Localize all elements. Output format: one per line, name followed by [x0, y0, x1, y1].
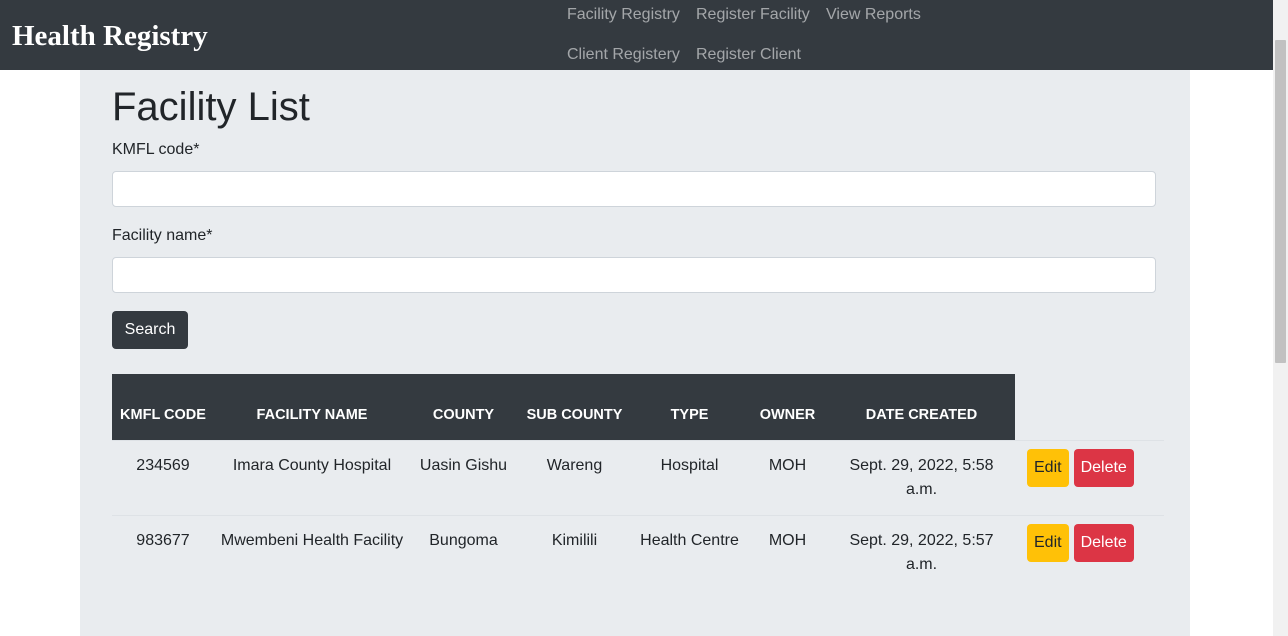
cell-county: Uasin Gishu: [410, 439, 517, 515]
kmfl-code-input[interactable]: [112, 171, 1156, 207]
cell-owner: MOH: [747, 514, 828, 590]
delete-button[interactable]: Delete: [1073, 448, 1134, 487]
edit-button[interactable]: Edit: [1027, 448, 1069, 487]
cell-date-created: Sept. 29, 2022, 5:57 a.m.: [828, 514, 1015, 590]
nav-link-facility-registry[interactable]: Facility Registry: [567, 5, 680, 25]
kmfl-code-label: KMFL code*: [112, 141, 200, 158]
nav-link-view-reports[interactable]: View Reports: [826, 5, 921, 25]
header-date-created: DATE CREATED: [828, 374, 1015, 440]
facility-name-input[interactable]: [112, 257, 1156, 293]
cell-sub-county: Kimilili: [517, 514, 632, 590]
cell-actions: Edit Delete: [1015, 439, 1164, 515]
cell-date-created: Sept. 29, 2022, 5:58 a.m.: [828, 439, 1015, 515]
top-navbar: Health Registry Facility Registry Regist…: [0, 0, 1273, 70]
table-header-row: KMFL CODE FACILITY NAME COUNTY SUB COUNT…: [112, 374, 1164, 440]
facility-name-label: Facility name*: [112, 227, 213, 244]
header-facility-name: FACILITY NAME: [214, 374, 410, 440]
vertical-scrollbar[interactable]: [1273, 0, 1288, 636]
cell-kmfl-code: 983677: [112, 514, 214, 590]
edit-button[interactable]: Edit: [1027, 523, 1069, 562]
cell-type: Hospital: [632, 439, 747, 515]
facility-table: KMFL CODE FACILITY NAME COUNTY SUB COUNT…: [112, 374, 1164, 590]
header-owner: OWNER: [747, 374, 828, 440]
cell-actions: Edit Delete: [1015, 514, 1164, 590]
nav-link-register-client[interactable]: Register Client: [696, 45, 801, 65]
cell-sub-county: Wareng: [517, 439, 632, 515]
cell-facility-name: Mwembeni Health Facility: [214, 514, 410, 590]
brand-link[interactable]: Health Registry: [12, 17, 208, 55]
cell-county: Bungoma: [410, 514, 517, 590]
nav-link-register-facility[interactable]: Register Facility: [696, 5, 810, 25]
search-button[interactable]: Search: [112, 311, 188, 349]
header-actions: [1015, 374, 1164, 440]
cell-facility-name: Imara County Hospital: [214, 439, 410, 515]
cell-owner: MOH: [747, 439, 828, 515]
cell-type: Health Centre: [632, 514, 747, 590]
header-sub-county: SUB COUNTY: [517, 374, 632, 440]
nav-link-client-registery[interactable]: Client Registery: [567, 45, 680, 65]
table-row: 234569 Imara County Hospital Uasin Gishu…: [112, 439, 1164, 515]
table-row: 983677 Mwembeni Health Facility Bungoma …: [112, 514, 1164, 590]
scrollbar-thumb[interactable]: [1275, 40, 1286, 363]
cell-kmfl-code: 234569: [112, 439, 214, 515]
main-container: Facility List KMFL code* Facility name* …: [80, 70, 1190, 636]
header-kmfl-code: KMFL CODE: [112, 374, 214, 440]
delete-button[interactable]: Delete: [1073, 523, 1134, 562]
header-type: TYPE: [632, 374, 747, 440]
page-title: Facility List: [112, 85, 310, 129]
header-county: COUNTY: [410, 374, 517, 440]
